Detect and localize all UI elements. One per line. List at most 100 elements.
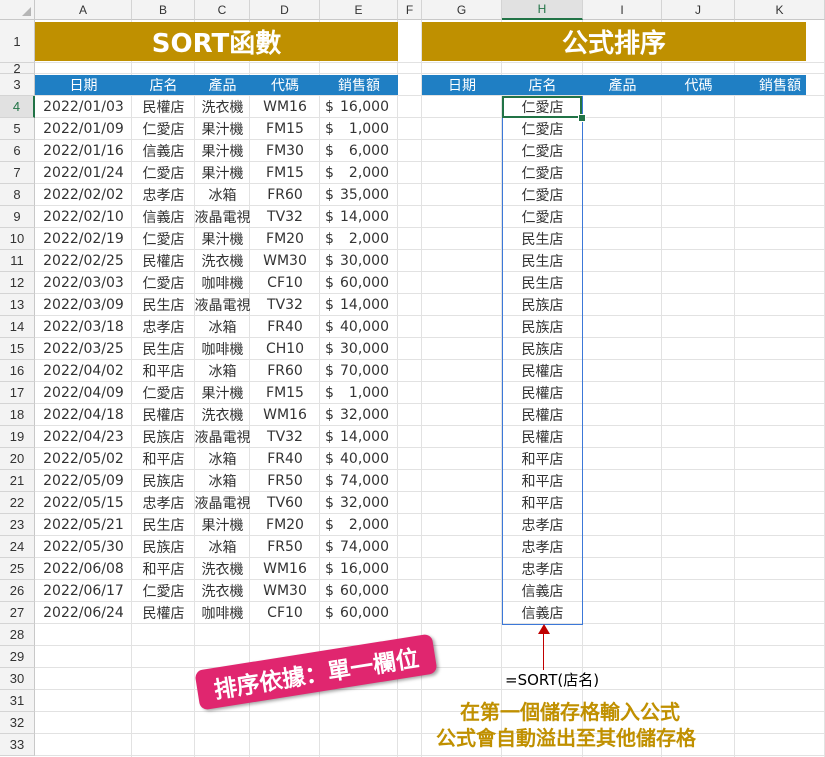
- row-header-33[interactable]: 33: [0, 734, 35, 756]
- code-cell[interactable]: TV32: [250, 206, 320, 228]
- sales-cell[interactable]: $60,000: [325, 272, 389, 294]
- code-cell[interactable]: FR40: [250, 448, 320, 470]
- code-cell[interactable]: FM15: [250, 162, 320, 184]
- product-cell[interactable]: 洗衣機: [195, 558, 250, 580]
- sales-cell[interactable]: $1,000: [325, 118, 389, 140]
- column-header-e[interactable]: E: [320, 0, 398, 20]
- sales-cell[interactable]: $14,000: [325, 206, 389, 228]
- row-header-30[interactable]: 30: [0, 668, 35, 690]
- product-cell[interactable]: 冰箱: [195, 184, 250, 206]
- store-cell[interactable]: 民生店: [132, 338, 195, 360]
- store-cell[interactable]: 民族店: [132, 470, 195, 492]
- sales-cell[interactable]: $32,000: [325, 492, 389, 514]
- code-cell[interactable]: FM30: [250, 140, 320, 162]
- product-cell[interactable]: 冰箱: [195, 360, 250, 382]
- sales-cell[interactable]: $32,000: [325, 404, 389, 426]
- row-header-2[interactable]: 2: [0, 61, 35, 76]
- store-cell[interactable]: 民權店: [132, 96, 195, 118]
- row-header-28[interactable]: 28: [0, 624, 35, 646]
- row-header-10[interactable]: 10: [0, 228, 35, 250]
- row-header-14[interactable]: 14: [0, 316, 35, 338]
- date-cell[interactable]: 2022/04/02: [35, 360, 132, 382]
- date-cell[interactable]: 2022/06/17: [35, 580, 132, 602]
- column-header-b[interactable]: B: [132, 0, 195, 20]
- sales-cell[interactable]: $74,000: [325, 536, 389, 558]
- product-cell[interactable]: 液晶電視: [195, 294, 251, 316]
- product-cell[interactable]: 冰箱: [195, 448, 250, 470]
- column-header-j[interactable]: J: [662, 0, 735, 20]
- fill-handle[interactable]: [578, 114, 586, 122]
- code-cell[interactable]: TV32: [250, 426, 320, 448]
- row-header-1[interactable]: 1: [0, 20, 35, 63]
- row-header-19[interactable]: 19: [0, 426, 35, 448]
- sales-cell[interactable]: $30,000: [325, 338, 389, 360]
- row-header-20[interactable]: 20: [0, 448, 35, 470]
- code-cell[interactable]: FM20: [250, 514, 320, 536]
- date-cell[interactable]: 2022/05/02: [35, 448, 132, 470]
- product-cell[interactable]: 冰箱: [195, 470, 250, 492]
- row-header-16[interactable]: 16: [0, 360, 35, 382]
- column-header-c[interactable]: C: [195, 0, 250, 20]
- sales-cell[interactable]: $16,000: [325, 558, 389, 580]
- product-cell[interactable]: 咖啡機: [195, 338, 250, 360]
- row-header-15[interactable]: 15: [0, 338, 35, 360]
- date-cell[interactable]: 2022/03/25: [35, 338, 132, 360]
- product-cell[interactable]: 液晶電視: [195, 426, 251, 448]
- row-header-3[interactable]: 3: [0, 74, 35, 96]
- product-cell[interactable]: 果汁機: [195, 228, 250, 250]
- store-cell[interactable]: 忠孝店: [132, 492, 195, 514]
- store-cell[interactable]: 忠孝店: [132, 184, 195, 206]
- date-cell[interactable]: 2022/02/25: [35, 250, 132, 272]
- store-cell[interactable]: 民生店: [132, 514, 195, 536]
- sales-cell[interactable]: $1,000: [325, 382, 389, 404]
- row-header-8[interactable]: 8: [0, 184, 35, 206]
- code-cell[interactable]: WM16: [250, 404, 320, 426]
- product-cell[interactable]: 液晶電視: [195, 206, 251, 228]
- date-cell[interactable]: 2022/01/16: [35, 140, 132, 162]
- product-cell[interactable]: 洗衣機: [195, 96, 250, 118]
- sales-cell[interactable]: $2,000: [325, 514, 389, 536]
- sales-cell[interactable]: $70,000: [325, 360, 389, 382]
- store-cell[interactable]: 和平店: [132, 448, 195, 470]
- product-cell[interactable]: 液晶電視: [195, 492, 251, 514]
- code-cell[interactable]: CH10: [250, 338, 320, 360]
- row-header-18[interactable]: 18: [0, 404, 35, 426]
- sales-cell[interactable]: $16,000: [325, 96, 389, 118]
- date-cell[interactable]: 2022/05/09: [35, 470, 132, 492]
- date-cell[interactable]: 2022/05/15: [35, 492, 132, 514]
- column-header-d[interactable]: D: [250, 0, 320, 20]
- row-header-12[interactable]: 12: [0, 272, 35, 294]
- sales-cell[interactable]: $60,000: [325, 602, 389, 624]
- row-header-29[interactable]: 29: [0, 646, 35, 668]
- code-cell[interactable]: FM15: [250, 382, 320, 404]
- date-cell[interactable]: 2022/06/08: [35, 558, 132, 580]
- sales-cell[interactable]: $6,000: [325, 140, 389, 162]
- select-all-corner[interactable]: [0, 0, 35, 20]
- code-cell[interactable]: FR50: [250, 536, 320, 558]
- code-cell[interactable]: FM15: [250, 118, 320, 140]
- store-cell[interactable]: 和平店: [132, 360, 195, 382]
- store-cell[interactable]: 信義店: [132, 140, 195, 162]
- store-cell[interactable]: 信義店: [132, 206, 195, 228]
- date-cell[interactable]: 2022/05/21: [35, 514, 132, 536]
- row-header-4[interactable]: 4: [0, 96, 35, 118]
- row-header-31[interactable]: 31: [0, 690, 35, 712]
- sales-cell[interactable]: $2,000: [325, 228, 389, 250]
- code-cell[interactable]: FR60: [250, 184, 320, 206]
- code-cell[interactable]: WM30: [250, 580, 320, 602]
- product-cell[interactable]: 果汁機: [195, 118, 250, 140]
- sales-cell[interactable]: $40,000: [325, 448, 389, 470]
- store-cell[interactable]: 仁愛店: [132, 272, 195, 294]
- code-cell[interactable]: TV60: [250, 492, 320, 514]
- sales-cell[interactable]: $2,000: [325, 162, 389, 184]
- date-cell[interactable]: 2022/02/02: [35, 184, 132, 206]
- code-cell[interactable]: FR40: [250, 316, 320, 338]
- sales-cell[interactable]: $35,000: [325, 184, 389, 206]
- column-header-a[interactable]: A: [35, 0, 132, 20]
- sales-cell[interactable]: $60,000: [325, 580, 389, 602]
- product-cell[interactable]: 洗衣機: [195, 580, 250, 602]
- product-cell[interactable]: 冰箱: [195, 316, 250, 338]
- product-cell[interactable]: 果汁機: [195, 162, 250, 184]
- date-cell[interactable]: 2022/03/18: [35, 316, 132, 338]
- column-header-f[interactable]: F: [398, 0, 422, 20]
